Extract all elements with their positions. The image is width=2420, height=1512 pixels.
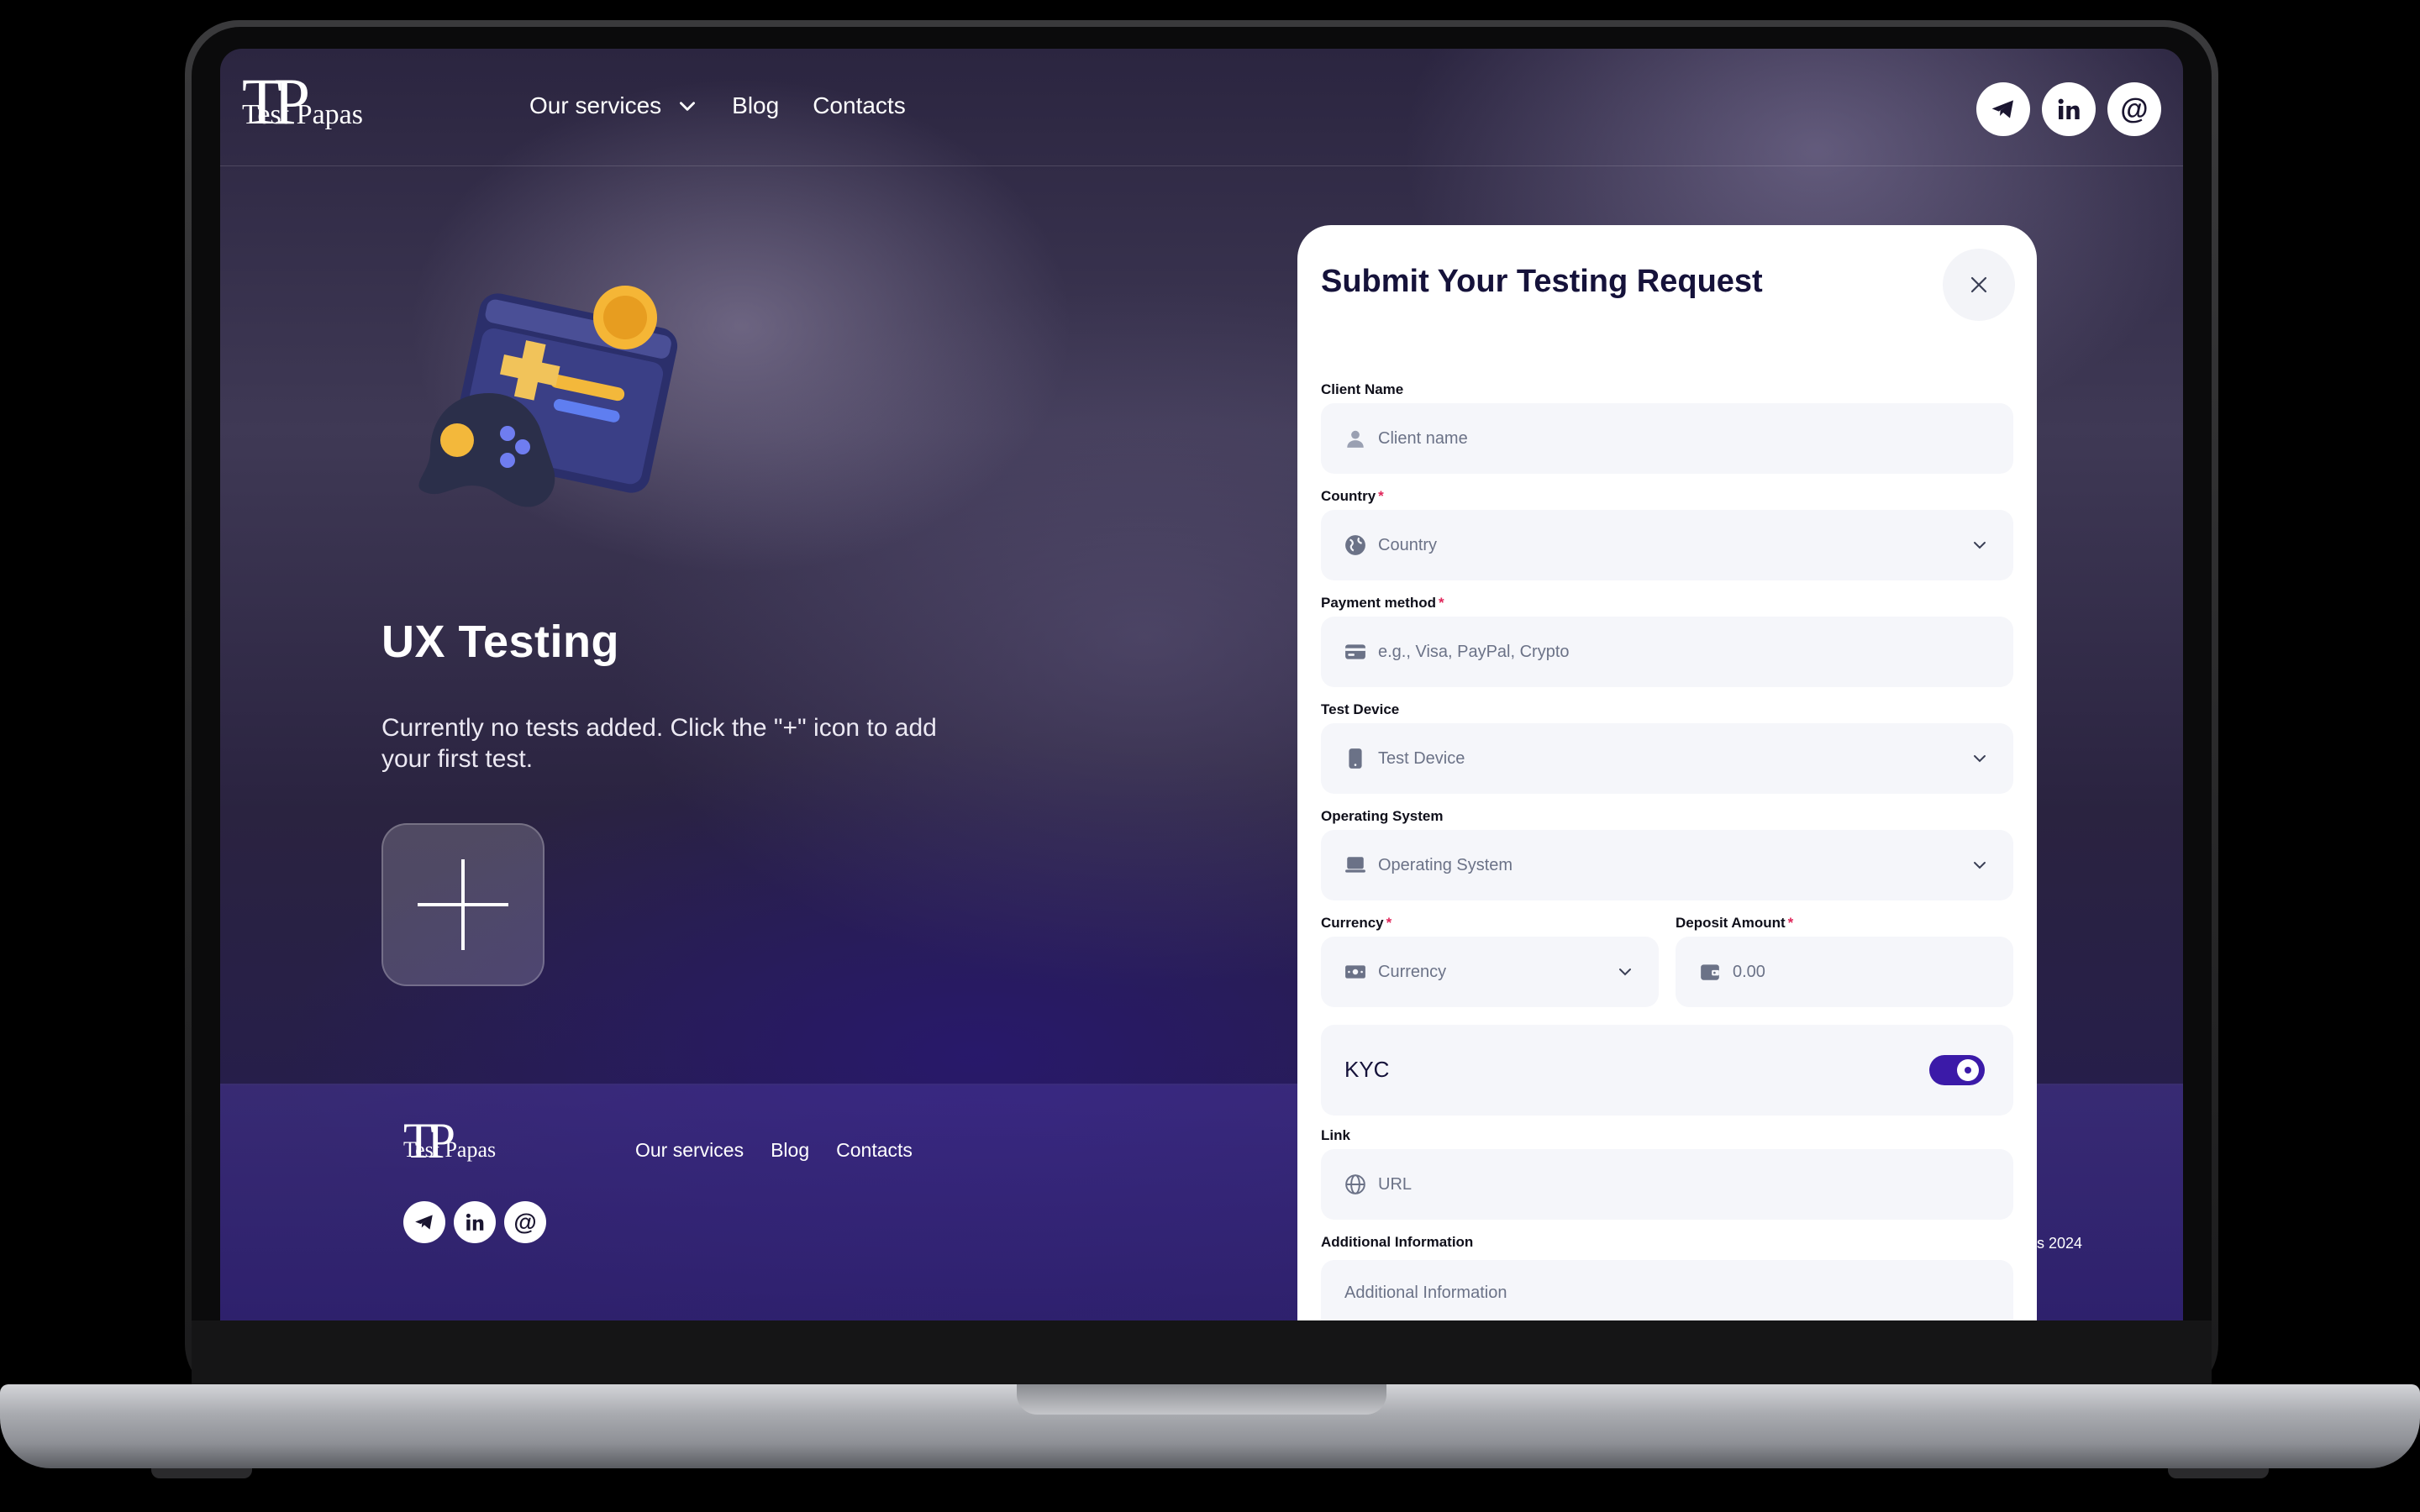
country-label-text: Country (1321, 488, 1376, 504)
add-test-button[interactable] (381, 823, 544, 986)
payment-label-text: Payment method (1321, 595, 1436, 611)
currency-select[interactable]: Currency (1321, 937, 1659, 1007)
footer-link-services[interactable]: Our services (635, 1139, 744, 1162)
client-name-placeholder: Client name (1378, 428, 1468, 448)
chevron-down-icon (1974, 862, 1986, 869)
chevron-down-icon (680, 102, 696, 111)
currency-placeholder: Currency (1378, 962, 1447, 981)
footer-link-blog[interactable]: Blog (771, 1139, 809, 1162)
footer-nav: Our services Blog Contacts (635, 1139, 913, 1162)
linkedin-icon[interactable] (454, 1201, 496, 1243)
laptop-foot-right (2168, 1468, 2269, 1478)
laptop-icon (1345, 857, 1365, 873)
testing-request-modal: Submit Your Testing Request Client Name … (1297, 225, 2037, 1320)
footer-socials: @ (403, 1201, 546, 1243)
currency-label: Currency * (1321, 915, 1392, 932)
required-marker: * (1787, 915, 1794, 931)
client-name-label-text: Client Name (1321, 381, 1404, 397)
laptop-notch (1017, 1384, 1386, 1415)
empty-state-text: Currently no tests added. Click the "+" … (381, 714, 937, 773)
kyc-toggle[interactable] (1929, 1055, 1985, 1085)
client-name-field[interactable]: Client name (1321, 403, 2013, 474)
country-placeholder: Country (1378, 535, 1438, 554)
logo[interactable]: TP Test Papas (242, 69, 363, 144)
header-socials: @ (1976, 82, 2161, 136)
payment-method-field[interactable]: e.g., Visa, PayPal, Crypto (1321, 617, 2013, 687)
laptop-foot-left (151, 1468, 252, 1478)
nav-blog-label: Blog (732, 92, 780, 118)
deposit-amount-field[interactable]: 0.00 (1676, 937, 2013, 1007)
additional-info-textarea[interactable]: Additional Information (1321, 1260, 2013, 1320)
deposit-placeholder: 0.00 (1733, 962, 1765, 981)
close-icon (1970, 276, 1987, 293)
wallet-icon (1701, 964, 1719, 980)
nav-contacts-label: Contacts (813, 92, 906, 118)
link-placeholder: URL (1378, 1174, 1413, 1194)
main-nav: Our services Blog Contacts (529, 92, 906, 119)
screen: TP Test Papas Our services Blog Contacts… (220, 49, 2183, 1320)
modal-title: Submit Your Testing Request (1321, 264, 1763, 299)
email-icon[interactable]: @ (504, 1201, 546, 1243)
test-device-select[interactable]: Test Device (1321, 723, 2013, 794)
test-device-placeholder: Test Device (1378, 748, 1465, 768)
additional-info-placeholder: Additional Information (1344, 1284, 1507, 1302)
footer-link-contacts[interactable]: Contacts (836, 1139, 913, 1162)
link-label-text: Link (1321, 1127, 1350, 1143)
deposit-label-text: Deposit Amount (1676, 915, 1786, 931)
kyc-toggle-dot (1965, 1067, 1971, 1074)
chevron-down-icon (1974, 542, 1986, 549)
banknote-icon (1345, 965, 1365, 979)
link-label: Link (1321, 1127, 1350, 1144)
required-marker: * (1438, 595, 1444, 611)
country-select[interactable]: Country (1321, 510, 2013, 580)
close-button[interactable] (1943, 249, 2015, 321)
deposit-label: Deposit Amount * (1676, 915, 1793, 932)
globe-filled-icon (1345, 535, 1365, 555)
gamepad-illustration (418, 286, 678, 507)
user-icon (1347, 430, 1364, 448)
test-device-label-text: Test Device (1321, 701, 1400, 717)
email-icon-glyph: @ (513, 1209, 537, 1235)
chevron-down-icon (1619, 969, 1631, 976)
email-icon-glyph: @ (2120, 92, 2149, 125)
nav-blog[interactable]: Blog (732, 92, 779, 119)
required-marker: * (1386, 915, 1392, 931)
client-name-label: Client Name (1321, 381, 1403, 398)
payment-label: Payment method * (1321, 595, 1444, 612)
os-label-text: Operating System (1321, 808, 1444, 824)
telegram-icon[interactable] (403, 1201, 445, 1243)
footer-logo[interactable]: TP Test Papas (403, 1116, 497, 1178)
additional-info-label: Additional Information (1321, 1234, 1473, 1251)
email-icon[interactable]: @ (2107, 82, 2161, 136)
os-label: Operating System (1321, 808, 1444, 825)
test-device-label: Test Device (1321, 701, 1399, 718)
operating-system-select[interactable]: Operating System (1321, 830, 2013, 900)
nav-our-services[interactable]: Our services (529, 92, 698, 119)
kyc-row: KYC (1321, 1025, 2013, 1116)
telegram-icon[interactable] (1976, 82, 2030, 136)
nav-contacts[interactable]: Contacts (813, 92, 906, 119)
page-title: UX Testing (381, 617, 620, 667)
payment-placeholder: e.g., Visa, PayPal, Crypto (1378, 642, 1570, 661)
smartphone-icon (1349, 748, 1362, 769)
credit-card-icon (1345, 644, 1365, 659)
nav-our-services-label: Our services (529, 92, 662, 118)
header: TP Test Papas Our services Blog Contacts… (220, 49, 2183, 166)
laptop-chin (192, 1320, 2212, 1391)
globe-icon (1345, 1174, 1365, 1194)
logo-wordmark: Test Papas (242, 99, 363, 130)
os-placeholder: Operating System (1378, 855, 1513, 874)
kyc-label: KYC (1344, 1057, 1390, 1082)
chevron-down-icon (1974, 755, 1986, 763)
linkedin-icon[interactable] (2042, 82, 2096, 136)
plus-icon (418, 859, 508, 950)
country-label: Country * (1321, 488, 1384, 505)
currency-label-text: Currency (1321, 915, 1384, 931)
link-field[interactable]: URL (1321, 1149, 2013, 1220)
additional-info-label-text: Additional Information (1321, 1234, 1474, 1250)
footer-logo-wordmark: Test Papas (403, 1137, 497, 1162)
required-marker: * (1378, 488, 1384, 504)
